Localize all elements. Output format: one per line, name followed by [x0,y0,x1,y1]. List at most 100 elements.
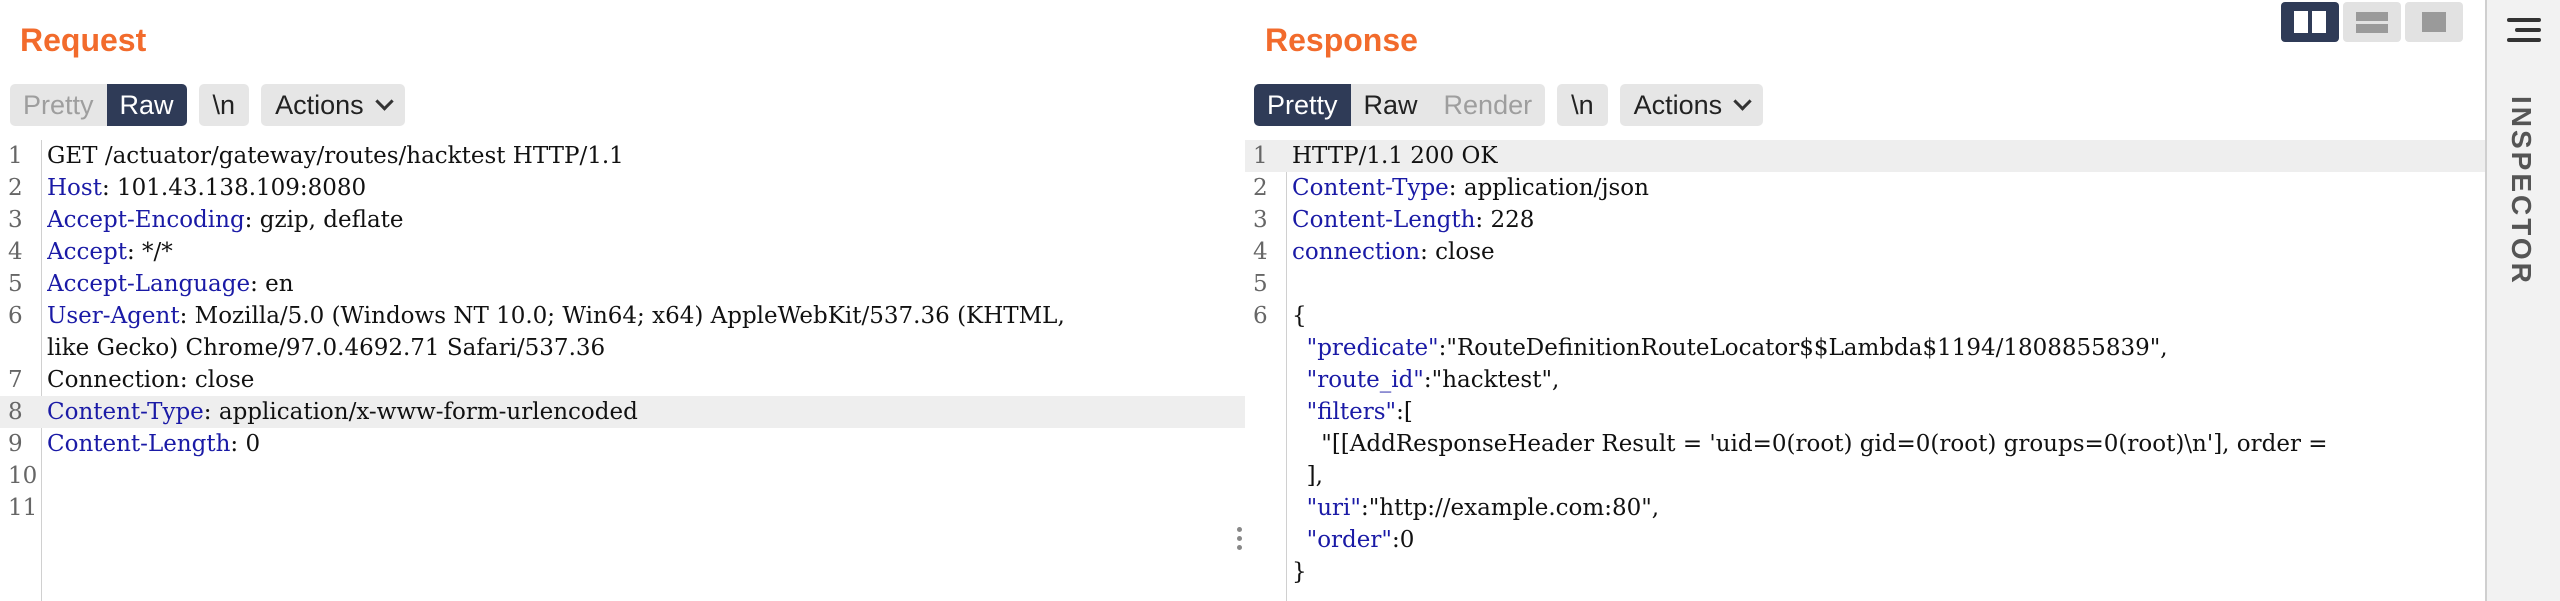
request-tab-raw[interactable]: Raw [106,84,187,126]
line-content: { [1292,300,2485,332]
header-key: Content-Type [1292,175,1449,201]
line-number: 4 [1253,239,1268,265]
line-number: 8 [8,399,23,425]
header-value: ], [1292,463,1323,489]
response-tab-pretty[interactable]: Pretty [1254,84,1351,126]
response-code-line[interactable]: ], [1245,460,2485,492]
response-code-line[interactable]: } [1245,556,2485,588]
response-code-line[interactable]: "filters":[ [1245,396,2485,428]
header-value: : gzip, deflate [244,207,404,233]
layout-toggles [2281,2,2463,42]
line-content: like Gecko) Chrome/97.0.4692.71 Safari/5… [47,332,1245,364]
response-tab-raw[interactable]: Raw [1350,84,1431,126]
response-code-line[interactable]: "[[AddResponseHeader Result = 'uid=0(roo… [1245,428,2485,460]
line-content: Content-Type: application/x-www-form-url… [47,396,1245,428]
request-code-line[interactable]: 10 [0,460,1245,492]
response-newline-toggle[interactable]: \n [1557,84,1608,126]
line-content: Connection: close [47,364,1245,396]
line-content: "route_id":"hacktest", [1292,364,2485,396]
request-code-line[interactable]: 11 [0,492,1245,524]
line-number: 4 [8,239,23,265]
line-content: ], [1292,460,2485,492]
line-number: 3 [8,207,23,233]
pane-resize-handle[interactable] [1237,527,1243,554]
line-content: User-Agent: Mozilla/5.0 (Windows NT 10.0… [47,300,1245,332]
header-value: :[ [1396,399,1413,425]
line-number: 3 [1253,207,1268,233]
response-code-line[interactable]: 2 Content-Type: application/json [1245,172,2485,204]
line-content: GET /actuator/gateway/routes/hacktest HT… [47,140,1245,172]
request-newline-toggle[interactable]: \n [198,84,250,126]
request-code-line[interactable]: 9 Content-Length: 0 [0,428,1245,460]
request-code-line[interactable]: 7 Connection: close [0,364,1245,396]
request-code-line[interactable]: 4 Accept: */* [0,236,1245,268]
header-value: :0 [1391,527,1415,553]
request-code-line[interactable]: 2 Host: 101.43.138.109:8080 [0,172,1245,204]
response-actions-menu[interactable]: Actions [1619,84,1764,126]
line-number: 5 [1253,271,1268,297]
response-tab-render[interactable]: Render [1430,84,1546,126]
hamburger-menu-icon[interactable] [2507,18,2541,48]
http-message-editor: Request Pretty Raw \n Actions 1 GET /actu… [0,0,2560,601]
response-code-line[interactable]: 5 [1245,268,2485,300]
response-code-line[interactable]: 1 HTTP/1.1 200 OK [1245,140,2485,172]
request-toolbar: Pretty Raw \n Actions [10,84,405,126]
single-pane-layout-button[interactable] [2405,2,2463,42]
line-content: HTTP/1.1 200 OK [1292,140,2485,172]
request-code-line[interactable]: 3 Accept-Encoding: gzip, deflate [0,204,1245,236]
split-vertical-layout-button[interactable] [2343,2,2401,42]
line-number: 11 [8,495,38,521]
header-value: : application/json [1448,175,1649,201]
header-value: : en [250,271,294,297]
header-value: : Mozilla/5.0 (Windows NT 10.0; Win64; x… [179,303,1065,329]
line-number: 6 [8,303,23,329]
request-actions-label: Actions [275,90,364,120]
header-key: Content-Length [47,431,231,457]
split-horizontal-layout-button[interactable] [2281,2,2339,42]
header-value: like Gecko) Chrome/97.0.4692.71 Safari/5… [47,335,606,361]
header-value: : close [1420,239,1495,265]
line-content: "predicate":"RouteDefinitionRouteLocator… [1292,332,2485,364]
response-editor[interactable]: 1 HTTP/1.1 200 OK 2 Content-Type: applicati… [1245,140,2485,601]
request-pane: Request Pretty Raw \n Actions 1 GET /actu… [0,0,1245,601]
line-content: Host: 101.43.138.109:8080 [47,172,1245,204]
response-code-line[interactable]: "route_id":"hacktest", [1245,364,2485,396]
response-code-line[interactable]: "predicate":"RouteDefinitionRouteLocator… [1245,332,2485,364]
header-key: connection [1292,239,1421,265]
header-key: "filters" [1292,399,1397,425]
response-actions-label: Actions [1633,90,1723,120]
header-key: "uri" [1292,495,1361,521]
line-number: 10 [8,463,38,489]
header-value: : 228 [1475,207,1535,233]
line-content: "[[AddResponseHeader Result = 'uid=0(roo… [1292,428,2485,460]
request-actions-menu[interactable]: Actions [261,84,405,126]
response-title: Response [1265,22,1418,58]
response-code-line[interactable]: "uri":"http://example.com:80", [1245,492,2485,524]
line-number: 6 [1253,303,1268,329]
response-pane: Response Pretty Raw Render \n Actions 1H… [1245,0,2485,601]
request-title: Request [20,22,147,58]
response-code-line[interactable]: 4 connection: close [1245,236,2485,268]
inspector-sidebar[interactable]: INSPECTOR [2485,0,2560,601]
header-value: "[[AddResponseHeader Result = 'uid=0(roo… [1292,431,2328,457]
header-value: :"hacktest", [1423,367,1560,393]
columns-icon [2294,11,2326,33]
response-code-line[interactable]: 6{ [1245,300,2485,332]
header-key: "predicate" [1292,335,1439,361]
request-code-line[interactable]: 5 Accept-Language: en [0,268,1245,300]
response-code-line[interactable]: "order":0 [1245,524,2485,556]
request-code-line[interactable]: 1 GET /actuator/gateway/routes/hacktest H… [0,140,1245,172]
line-content: "filters":[ [1292,396,2485,428]
line-content: Accept-Encoding: gzip, deflate [47,204,1245,236]
request-code-line[interactable]: like Gecko) Chrome/97.0.4692.71 Safari/5… [0,332,1245,364]
request-code-line[interactable]: 6 User-Agent: Mozilla/5.0 (Windows NT 10.… [0,300,1245,332]
chevron-down-icon [1733,92,1752,111]
response-code-line[interactable]: 3 Content-Length: 228 [1245,204,2485,236]
header-value: : application/x-www-form-urlencoded [203,399,638,425]
header-value: : */* [126,239,173,265]
header-key: Accept-Encoding [47,207,245,233]
request-code-line[interactable]: 8 Content-Type: application/x-www-form-ur… [0,396,1245,428]
request-tab-pretty[interactable]: Pretty [10,84,107,126]
line-content: Accept-Language: en [47,268,1245,300]
request-editor[interactable]: 1 GET /actuator/gateway/routes/hacktest H… [0,140,1245,601]
